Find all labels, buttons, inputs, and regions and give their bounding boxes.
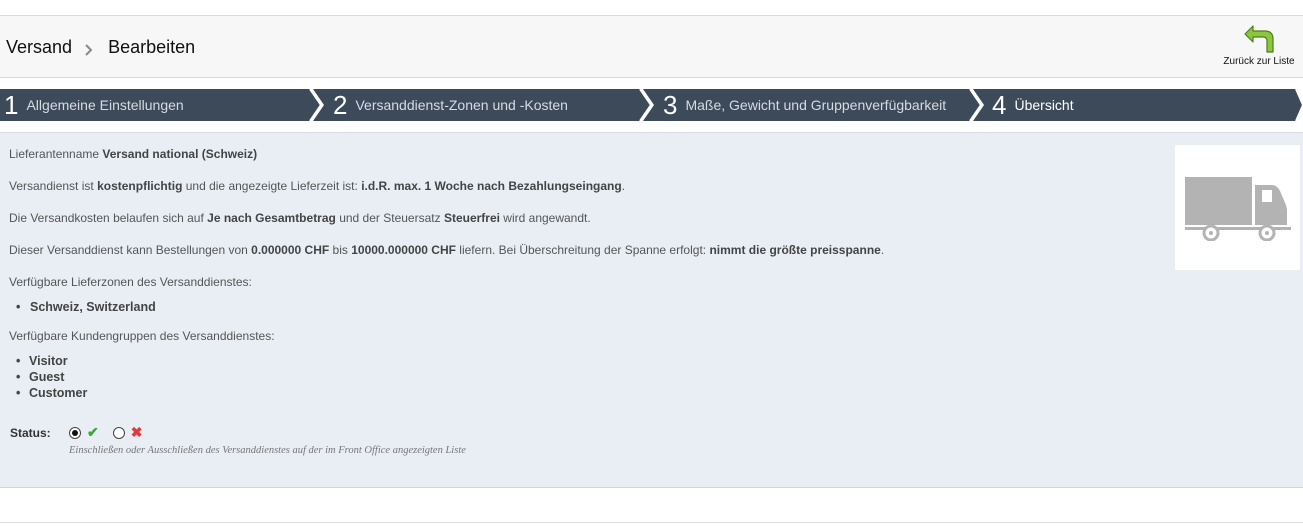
list-item: Schweiz, Switzerland — [9, 299, 1159, 315]
carrier-name-line: Lieferantenname Versand national (Schwei… — [9, 147, 1159, 179]
delivery-time: i.d.R. max. 1 Woche nach Bezahlungseinga… — [361, 179, 622, 193]
text: und die angezeigte Lieferzeit ist: — [182, 179, 362, 193]
wizard-step-3[interactable]: 3 Maße, Gewicht und Gruppenverfügbarkeit — [663, 89, 946, 121]
range-line: Dieser Versanddienst kann Bestellungen v… — [9, 243, 1159, 275]
step-label: Versanddienst-Zonen und -Kosten — [355, 97, 568, 113]
text: liefern. Bei Überschreitung der Spanne e… — [455, 243, 710, 257]
wizard-step-4[interactable]: 4 Übersicht — [992, 89, 1074, 121]
out-of-range-behavior: nimmt die größte preisspanne — [709, 243, 881, 257]
cross-icon: ✖ — [130, 424, 143, 440]
truck-image — [1175, 145, 1300, 270]
summary-panel: Lieferantenname Versand national (Schwei… — [0, 132, 1303, 488]
tax-rate: Steuerfrei — [443, 211, 500, 225]
status-enabled-radio[interactable] — [69, 426, 81, 439]
text: Versandienst ist — [9, 179, 98, 193]
text: Lieferantenname — [9, 147, 103, 161]
text: wird angewandt. — [499, 211, 591, 225]
list-item: Visitor — [9, 353, 1159, 369]
breadcrumb-section[interactable]: Versand — [6, 37, 72, 58]
back-arrow-icon — [1244, 25, 1274, 53]
carrier-name: Versand national (Schweiz) — [102, 147, 258, 161]
status-row: Status: ✔ ✖ — [10, 424, 142, 441]
text: Die Versandkosten belaufen sich auf — [9, 211, 208, 225]
bottom-divider — [0, 522, 1303, 523]
status-disabled-radio[interactable] — [112, 426, 125, 439]
breadcrumb-current: Bearbeiten — [108, 37, 196, 57]
check-icon: ✔ — [87, 424, 99, 440]
status-label: Status: — [10, 425, 51, 440]
step-label: Allgemeine Einstellungen — [26, 97, 184, 113]
groups-list: Visitor Guest Customer — [9, 353, 1159, 401]
text: und der Steuersatz — [335, 211, 444, 225]
billing-type: Je nach Gesamtbetrag — [207, 211, 336, 225]
range-min: 0.000000 CHF — [251, 243, 330, 257]
breadcrumb: Versand Bearbeiten — [6, 37, 195, 58]
cost-line: Die Versandkosten belaufen sich auf Je n… — [9, 211, 1159, 243]
wizard-step-2[interactable]: 2 Versanddienst-Zonen und -Kosten — [333, 89, 568, 121]
zones-list: Schweiz, Switzerland — [9, 299, 1159, 315]
text: Dieser Versanddienst kann Bestellungen v… — [9, 243, 252, 257]
wizard-steps: 1 Allgemeine Einstellungen 2 Versanddien… — [0, 89, 1303, 121]
step-number: 3 — [663, 90, 678, 120]
delivery-line: Versandienst ist kostenpflichtig und die… — [9, 179, 1159, 211]
list-item: Guest — [9, 369, 1159, 385]
back-to-list-button[interactable]: Zurück zur Liste — [1217, 24, 1301, 67]
page: Versand Bearbeiten Zurück zur Liste 1 Al… — [0, 0, 1303, 528]
step-label: Übersicht — [1014, 97, 1074, 113]
text: . — [621, 179, 626, 193]
status-hint: Einschließen oder Ausschließen des Versa… — [69, 445, 466, 456]
back-to-list-label: Zurück zur Liste — [1223, 56, 1295, 67]
step-number: 2 — [333, 90, 348, 120]
summary-content: Lieferantenname Versand national (Schwei… — [9, 147, 1159, 415]
wizard-step-1[interactable]: 1 Allgemeine Einstellungen — [4, 89, 184, 121]
chevron-right-icon — [84, 41, 94, 56]
step-number: 4 — [992, 90, 1007, 120]
step-number: 1 — [4, 90, 19, 120]
range-max: 10000.000000 CHF — [351, 243, 456, 257]
list-item: Customer — [9, 385, 1159, 401]
wizard-steps-background — [0, 89, 1303, 121]
text: bis — [329, 243, 352, 257]
page-header: Versand Bearbeiten Zurück zur Liste — [0, 16, 1303, 78]
shipping-type: kostenpflichtig — [97, 179, 183, 193]
truck-icon — [1185, 177, 1291, 241]
step-label: Maße, Gewicht und Gruppenverfügbarkeit — [685, 97, 947, 113]
text: . — [880, 243, 885, 257]
